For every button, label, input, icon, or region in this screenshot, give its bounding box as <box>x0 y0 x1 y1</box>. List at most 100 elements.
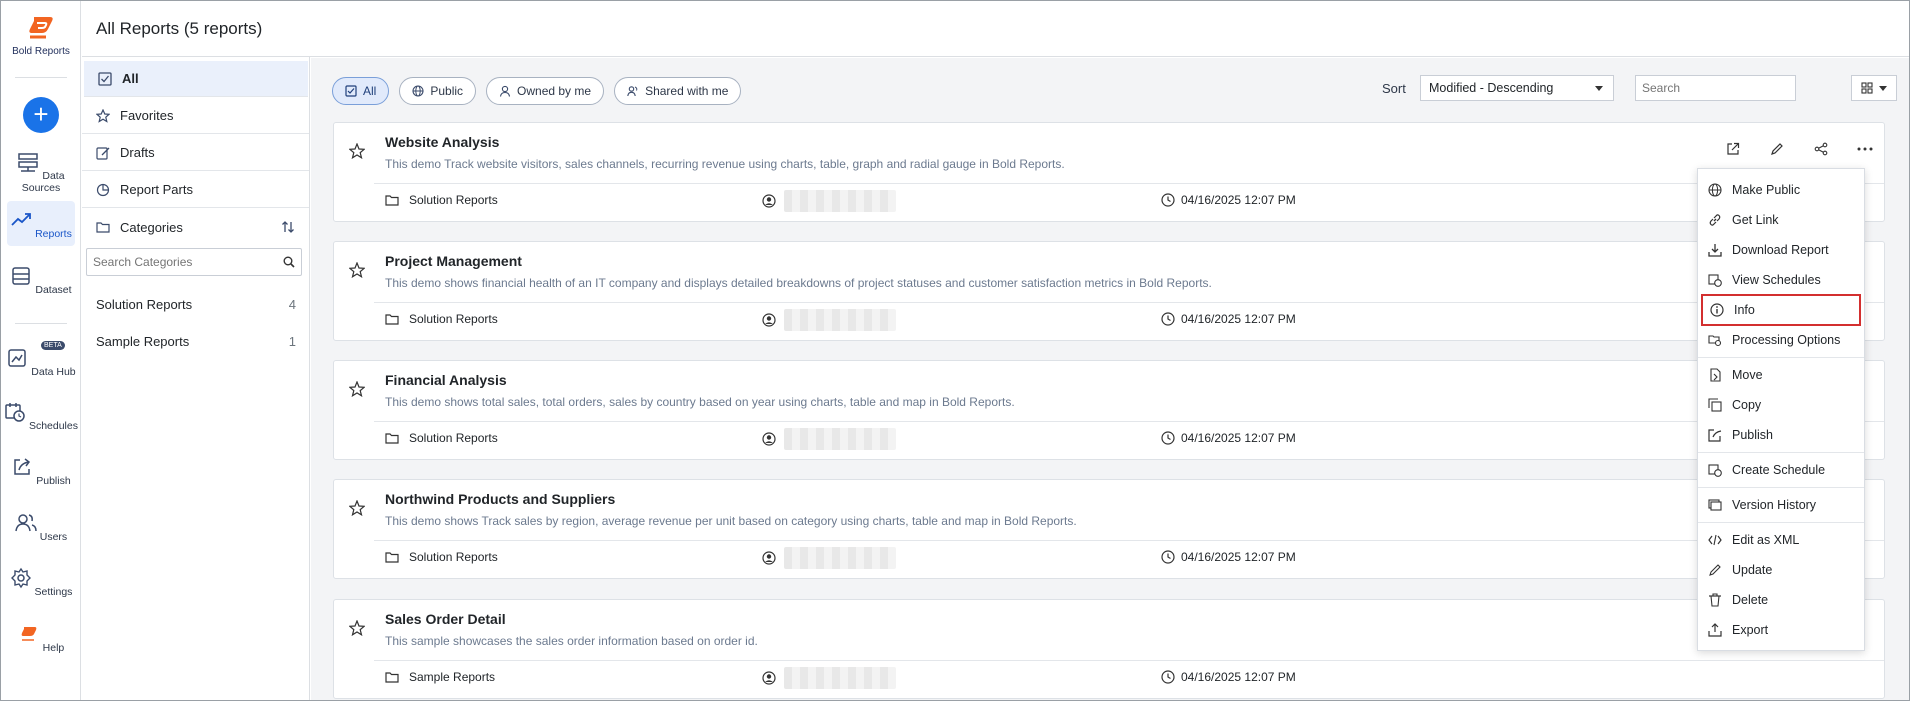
menu-update[interactable]: Update <box>1698 557 1864 583</box>
logo[interactable]: Bold Reports <box>1 15 81 57</box>
menu-divider <box>1698 452 1864 453</box>
dataset-icon <box>12 267 31 285</box>
export-icon <box>1708 623 1722 637</box>
favorite-star-icon[interactable] <box>349 381 365 397</box>
bold-reports-logo-icon <box>29 17 53 39</box>
category-favorites[interactable]: Favorites <box>82 98 309 134</box>
report-modified: 04/16/2025 12:07 PM <box>1161 550 1296 564</box>
menu-download-report[interactable]: Download Report <box>1698 237 1864 263</box>
report-description: This demo shows Track sales by region, a… <box>385 514 1077 528</box>
user-circle-icon <box>762 194 776 208</box>
publish-icon <box>14 458 31 475</box>
report-description: This demo shows total sales, total order… <box>385 395 1015 409</box>
report-owner <box>762 309 896 331</box>
report-category-name: Solution Reports <box>409 312 498 326</box>
report-title[interactable]: Website Analysis <box>385 134 499 150</box>
globe-icon <box>1708 183 1722 197</box>
report-search-field[interactable] <box>1635 75 1797 101</box>
category-row[interactable]: Solution Reports 4 <box>96 297 296 312</box>
clock-icon <box>1161 312 1175 326</box>
menu-copy[interactable]: Copy <box>1698 392 1864 418</box>
report-card[interactable]: Sales Order Detail This sample showcases… <box>333 599 1885 699</box>
view-toggle-button[interactable] <box>1851 75 1897 101</box>
filter-owned-chip[interactable]: Owned by me <box>486 77 605 105</box>
nav-settings[interactable]: Settings <box>1 567 81 598</box>
filter-public-chip[interactable]: Public <box>399 77 477 105</box>
card-divider <box>374 302 1884 303</box>
menu-divider <box>1698 357 1864 358</box>
report-card[interactable]: Financial Analysis This demo shows total… <box>333 360 1885 460</box>
menu-processing-options[interactable]: Processing Options <box>1698 327 1864 353</box>
report-card[interactable]: Website Analysis This demo Track website… <box>333 122 1885 222</box>
user-circle-icon <box>762 671 776 685</box>
nav-data-sources[interactable]: Data Sources <box>1 151 81 194</box>
category-search-field[interactable] <box>86 248 302 276</box>
open-external-icon[interactable] <box>1723 141 1743 157</box>
sort-toggle-icon[interactable] <box>281 220 295 234</box>
menu-publish[interactable]: Publish <box>1698 422 1864 448</box>
menu-make-public[interactable]: Make Public <box>1698 177 1864 203</box>
copy-icon <box>1708 398 1722 412</box>
menu-get-link[interactable]: Get Link <box>1698 207 1864 233</box>
report-category: Solution Reports <box>385 193 498 207</box>
report-title[interactable]: Northwind Products and Suppliers <box>385 491 615 507</box>
rail-divider <box>15 77 67 78</box>
menu-export[interactable]: Export <box>1698 617 1864 643</box>
report-title[interactable]: Financial Analysis <box>385 372 507 388</box>
folder-icon <box>385 314 399 325</box>
favorite-star-icon[interactable] <box>349 620 365 636</box>
redacted-owner-name <box>784 309 896 331</box>
more-options-icon[interactable] <box>1855 141 1875 157</box>
menu-view-schedules[interactable]: View Schedules <box>1698 267 1864 293</box>
move-icon <box>1710 368 1721 382</box>
user-circle-icon <box>762 432 776 446</box>
report-modified-date: 04/16/2025 12:07 PM <box>1181 312 1296 326</box>
category-drafts[interactable]: Drafts <box>82 135 309 171</box>
search-icon[interactable] <box>283 256 295 268</box>
report-modified: 04/16/2025 12:07 PM <box>1161 670 1296 684</box>
folder-gear-icon <box>1708 335 1722 347</box>
nav-dataset-label: Dataset <box>35 284 72 296</box>
category-search-input[interactable] <box>93 255 283 269</box>
report-title[interactable]: Project Management <box>385 253 522 269</box>
user-icon <box>499 85 511 97</box>
category-row[interactable]: Sample Reports 1 <box>96 334 296 349</box>
nav-publish[interactable]: Publish <box>1 456 81 487</box>
users-icon <box>15 514 37 532</box>
nav-dataset[interactable]: Dataset <box>1 265 81 296</box>
category-report-parts[interactable]: Report Parts <box>82 172 309 208</box>
menu-move[interactable]: Move <box>1698 362 1864 388</box>
favorite-star-icon[interactable] <box>349 500 365 516</box>
category-categories[interactable]: Categories <box>82 209 309 245</box>
create-new-button[interactable]: + <box>23 97 59 133</box>
nav-data-hub[interactable]: BETA Data Hub <box>1 341 81 378</box>
sort-dropdown[interactable]: Modified - Descending <box>1420 75 1614 101</box>
code-icon <box>1708 534 1722 546</box>
calendar-clock-icon <box>5 403 25 422</box>
menu-view-schedules-label: View Schedules <box>1732 273 1821 287</box>
nav-reports[interactable]: Reports <box>7 201 75 246</box>
menu-create-schedule[interactable]: Create Schedule <box>1698 457 1864 483</box>
nav-users[interactable]: Users <box>1 512 81 543</box>
category-all[interactable]: All <box>84 61 308 97</box>
menu-version-history[interactable]: Version History <box>1698 492 1864 518</box>
report-title[interactable]: Sales Order Detail <box>385 611 506 627</box>
report-card[interactable]: Northwind Products and Suppliers This de… <box>333 479 1885 579</box>
nav-help[interactable]: Help <box>1 623 81 654</box>
left-nav-rail: Bold Reports + Data Sources Reports Data… <box>1 1 81 700</box>
menu-info[interactable]: Info <box>1701 294 1861 326</box>
report-context-menu: Make Public Get Link Download Report Vie… <box>1697 168 1865 651</box>
menu-delete[interactable]: Delete <box>1698 587 1864 613</box>
share-icon[interactable] <box>1811 141 1831 157</box>
favorite-star-icon[interactable] <box>349 262 365 278</box>
edit-pencil-icon[interactable] <box>1767 141 1787 157</box>
nav-schedules-label: Schedules <box>28 420 78 432</box>
menu-edit-xml[interactable]: Edit as XML <box>1698 527 1864 553</box>
nav-schedules[interactable]: Schedules <box>1 401 81 432</box>
filter-shared-chip[interactable]: Shared with me <box>614 77 742 105</box>
report-card[interactable]: Project Management This demo shows finan… <box>333 241 1885 341</box>
favorite-star-icon[interactable] <box>349 143 365 159</box>
report-search-input[interactable] <box>1642 81 1797 95</box>
calendar-clock-icon <box>1708 274 1722 287</box>
filter-all-chip[interactable]: All <box>332 77 390 105</box>
